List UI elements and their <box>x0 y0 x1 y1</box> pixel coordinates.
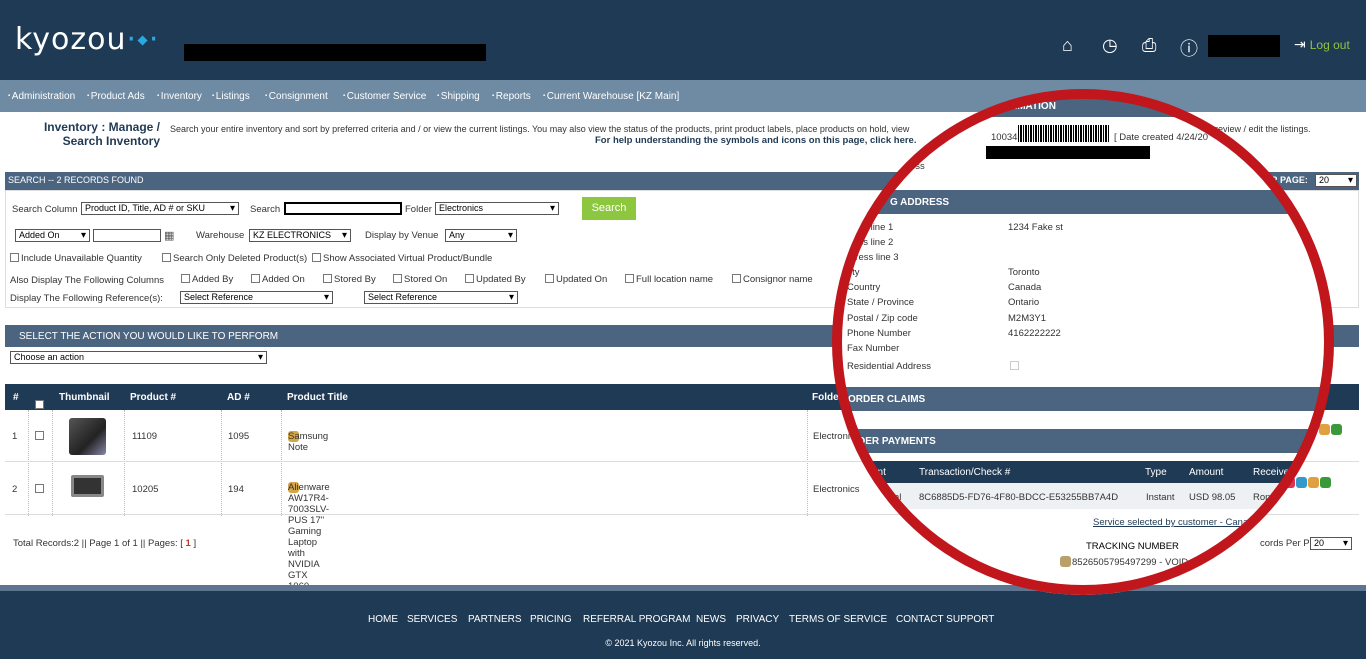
service-link[interactable]: Service selected by customer - Cana <box>1093 517 1248 528</box>
search-input[interactable] <box>284 202 402 215</box>
col-thumbnail: Thumbnail <box>59 392 110 403</box>
col-updated-on[interactable]: Updated On <box>545 274 607 285</box>
truck-icon <box>1060 556 1071 567</box>
nav-reports[interactable]: Reports <box>492 91 531 102</box>
col-product[interactable]: Product # <box>130 392 176 403</box>
print-icon[interactable]: ⎙ <box>1142 35 1156 56</box>
col-folder[interactable]: Folde <box>812 392 839 403</box>
nav-inventory[interactable]: Inventory <box>157 91 202 102</box>
page-link[interactable]: 1 <box>186 538 191 549</box>
help-icon[interactable]: ⓘ <box>1180 35 1198 61</box>
product-thumbnail[interactable] <box>69 418 106 455</box>
order-id: 10034 <box>991 132 1018 143</box>
footer-services[interactable]: SERVICES <box>407 614 457 625</box>
kyozou-logo[interactable]: kyozou·⬩· <box>15 22 159 57</box>
action-select[interactable]: Choose an action <box>10 351 267 364</box>
nav-product-ads[interactable]: Product Ads <box>87 91 145 102</box>
top-header: kyozou·⬩· ⌂ ◷ ⎙ ⓘ ⇥ Log out <box>0 0 1366 80</box>
nav-consignment[interactable]: Consignment <box>265 91 328 102</box>
records-per-page-select[interactable]: 20 <box>1310 537 1352 550</box>
folder-label: Folder <box>405 204 432 215</box>
pager: Total Records:2 || Page 1 of 1 || Pages:… <box>13 538 197 549</box>
opt-virtual[interactable]: Show Associated Virtual Product/Bundle <box>312 253 492 264</box>
col-added-by[interactable]: Added By <box>181 274 233 285</box>
payments-table-header: ant Transaction/Check # Type Amount Rece… <box>838 461 1328 483</box>
residential-checkbox[interactable] <box>1010 361 1021 372</box>
footer-referral[interactable]: REFERRAL PROGRAM <box>583 614 690 625</box>
venue-label: Display by Venue <box>365 230 439 241</box>
clock-icon[interactable]: ◷ <box>1102 35 1118 56</box>
tracking-number[interactable]: 8526505795497299 - VOID <box>1060 556 1188 568</box>
info-header: RMATION <box>838 95 1328 117</box>
nav-administration[interactable]: Administration <box>8 91 75 102</box>
date-input[interactable] <box>93 229 161 242</box>
search-button[interactable]: Search <box>582 197 636 220</box>
copyright: © 2021 Kyozou Inc. All rights reserved. <box>605 638 761 648</box>
reference-select-1[interactable]: Select Reference <box>180 291 333 304</box>
date-created: [ Date created 4/24/20 <box>1114 132 1209 143</box>
page-title: Inventory : Manage / Search Inventory <box>43 120 160 148</box>
venue-select[interactable]: Any <box>445 229 517 242</box>
product-thumbnail[interactable] <box>71 475 104 497</box>
footer: HOME SERVICES PARTNERS PRICING REFERRAL … <box>0 585 1366 659</box>
nav-shipping[interactable]: Shipping <box>437 91 480 102</box>
footer-partners[interactable]: PARTNERS <box>468 614 522 625</box>
col-full-location[interactable]: Full location name <box>625 274 713 285</box>
search-label: Search <box>250 204 281 215</box>
col-ad[interactable]: AD # <box>227 392 250 403</box>
search-column-label: Search Column <box>12 204 78 215</box>
payments-header: DER PAYMENTS <box>838 429 1328 453</box>
folder-select[interactable]: Electronics <box>435 202 559 215</box>
logout-link[interactable]: ⇥ Log out <box>1294 36 1350 53</box>
col-added-on[interactable]: Added On <box>251 274 305 285</box>
warehouse-select[interactable]: KZ ELECTRONICS <box>249 229 351 242</box>
col-stored-by[interactable]: Stored By <box>323 274 376 285</box>
col-consignor[interactable]: Consignor name <box>732 274 813 285</box>
redacted-user <box>1208 35 1280 57</box>
footer-news[interactable]: NEWS <box>696 614 726 625</box>
footer-terms[interactable]: TERMS OF SERVICE <box>789 614 887 625</box>
nav-current-warehouse[interactable]: Current Warehouse [KZ Main] <box>543 91 679 102</box>
search-column-select[interactable]: Product ID, Title, AD # or SKU <box>81 202 239 215</box>
footer-home[interactable]: HOME <box>368 614 398 625</box>
home-icon[interactable]: ⌂ <box>1062 35 1073 56</box>
logout-icon: ⇥ <box>1294 36 1306 52</box>
opt-deleted[interactable]: Search Only Deleted Product(s) <box>162 253 307 264</box>
payments-row: al 8C6885D5-FD76-4F80-BDCC-E53255BB7A4D … <box>838 483 1328 509</box>
order-info-popup: RMATION 10034 [ Date created 4/24/20 ess… <box>838 95 1328 595</box>
logo-network-icon: ·⬩· <box>126 22 160 57</box>
redacted-name <box>986 146 1150 159</box>
footer-pricing[interactable]: PRICING <box>530 614 572 625</box>
reference-select-2[interactable]: Select Reference <box>364 291 518 304</box>
redacted-block <box>184 44 486 61</box>
footer-privacy[interactable]: PRIVACY <box>736 614 779 625</box>
nav-customer-service[interactable]: Customer Service <box>343 91 426 102</box>
calendar-icon[interactable]: ▦ <box>164 229 174 242</box>
col-num: # <box>13 392 19 403</box>
warehouse-label: Warehouse <box>196 230 245 241</box>
col-updated-by[interactable]: Updated By <box>465 274 526 285</box>
tracking-label: TRACKING NUMBER <box>1086 541 1179 552</box>
opt-unavailable[interactable]: Include Unavailable Quantity <box>10 253 142 264</box>
nav-listings[interactable]: Listings <box>212 91 250 102</box>
claims-header: ORDER CLAIMS <box>838 387 1328 411</box>
barcode-icon <box>1018 125 1110 142</box>
date-field-select[interactable]: Added On <box>15 229 90 242</box>
help-link[interactable]: For help understanding the symbols and i… <box>595 135 916 146</box>
per-page-select[interactable]: 20 <box>1315 174 1357 187</box>
col-stored-on[interactable]: Stored On <box>393 274 447 285</box>
shipping-header: G ADDRESS <box>838 190 1328 214</box>
footer-contact[interactable]: CONTACT SUPPORT <box>896 614 994 625</box>
also-display-label: Also Display The Following Columns <box>10 275 164 286</box>
col-title[interactable]: Product Title <box>287 392 348 403</box>
reference-label: Display The Following Reference(s): <box>10 293 163 304</box>
